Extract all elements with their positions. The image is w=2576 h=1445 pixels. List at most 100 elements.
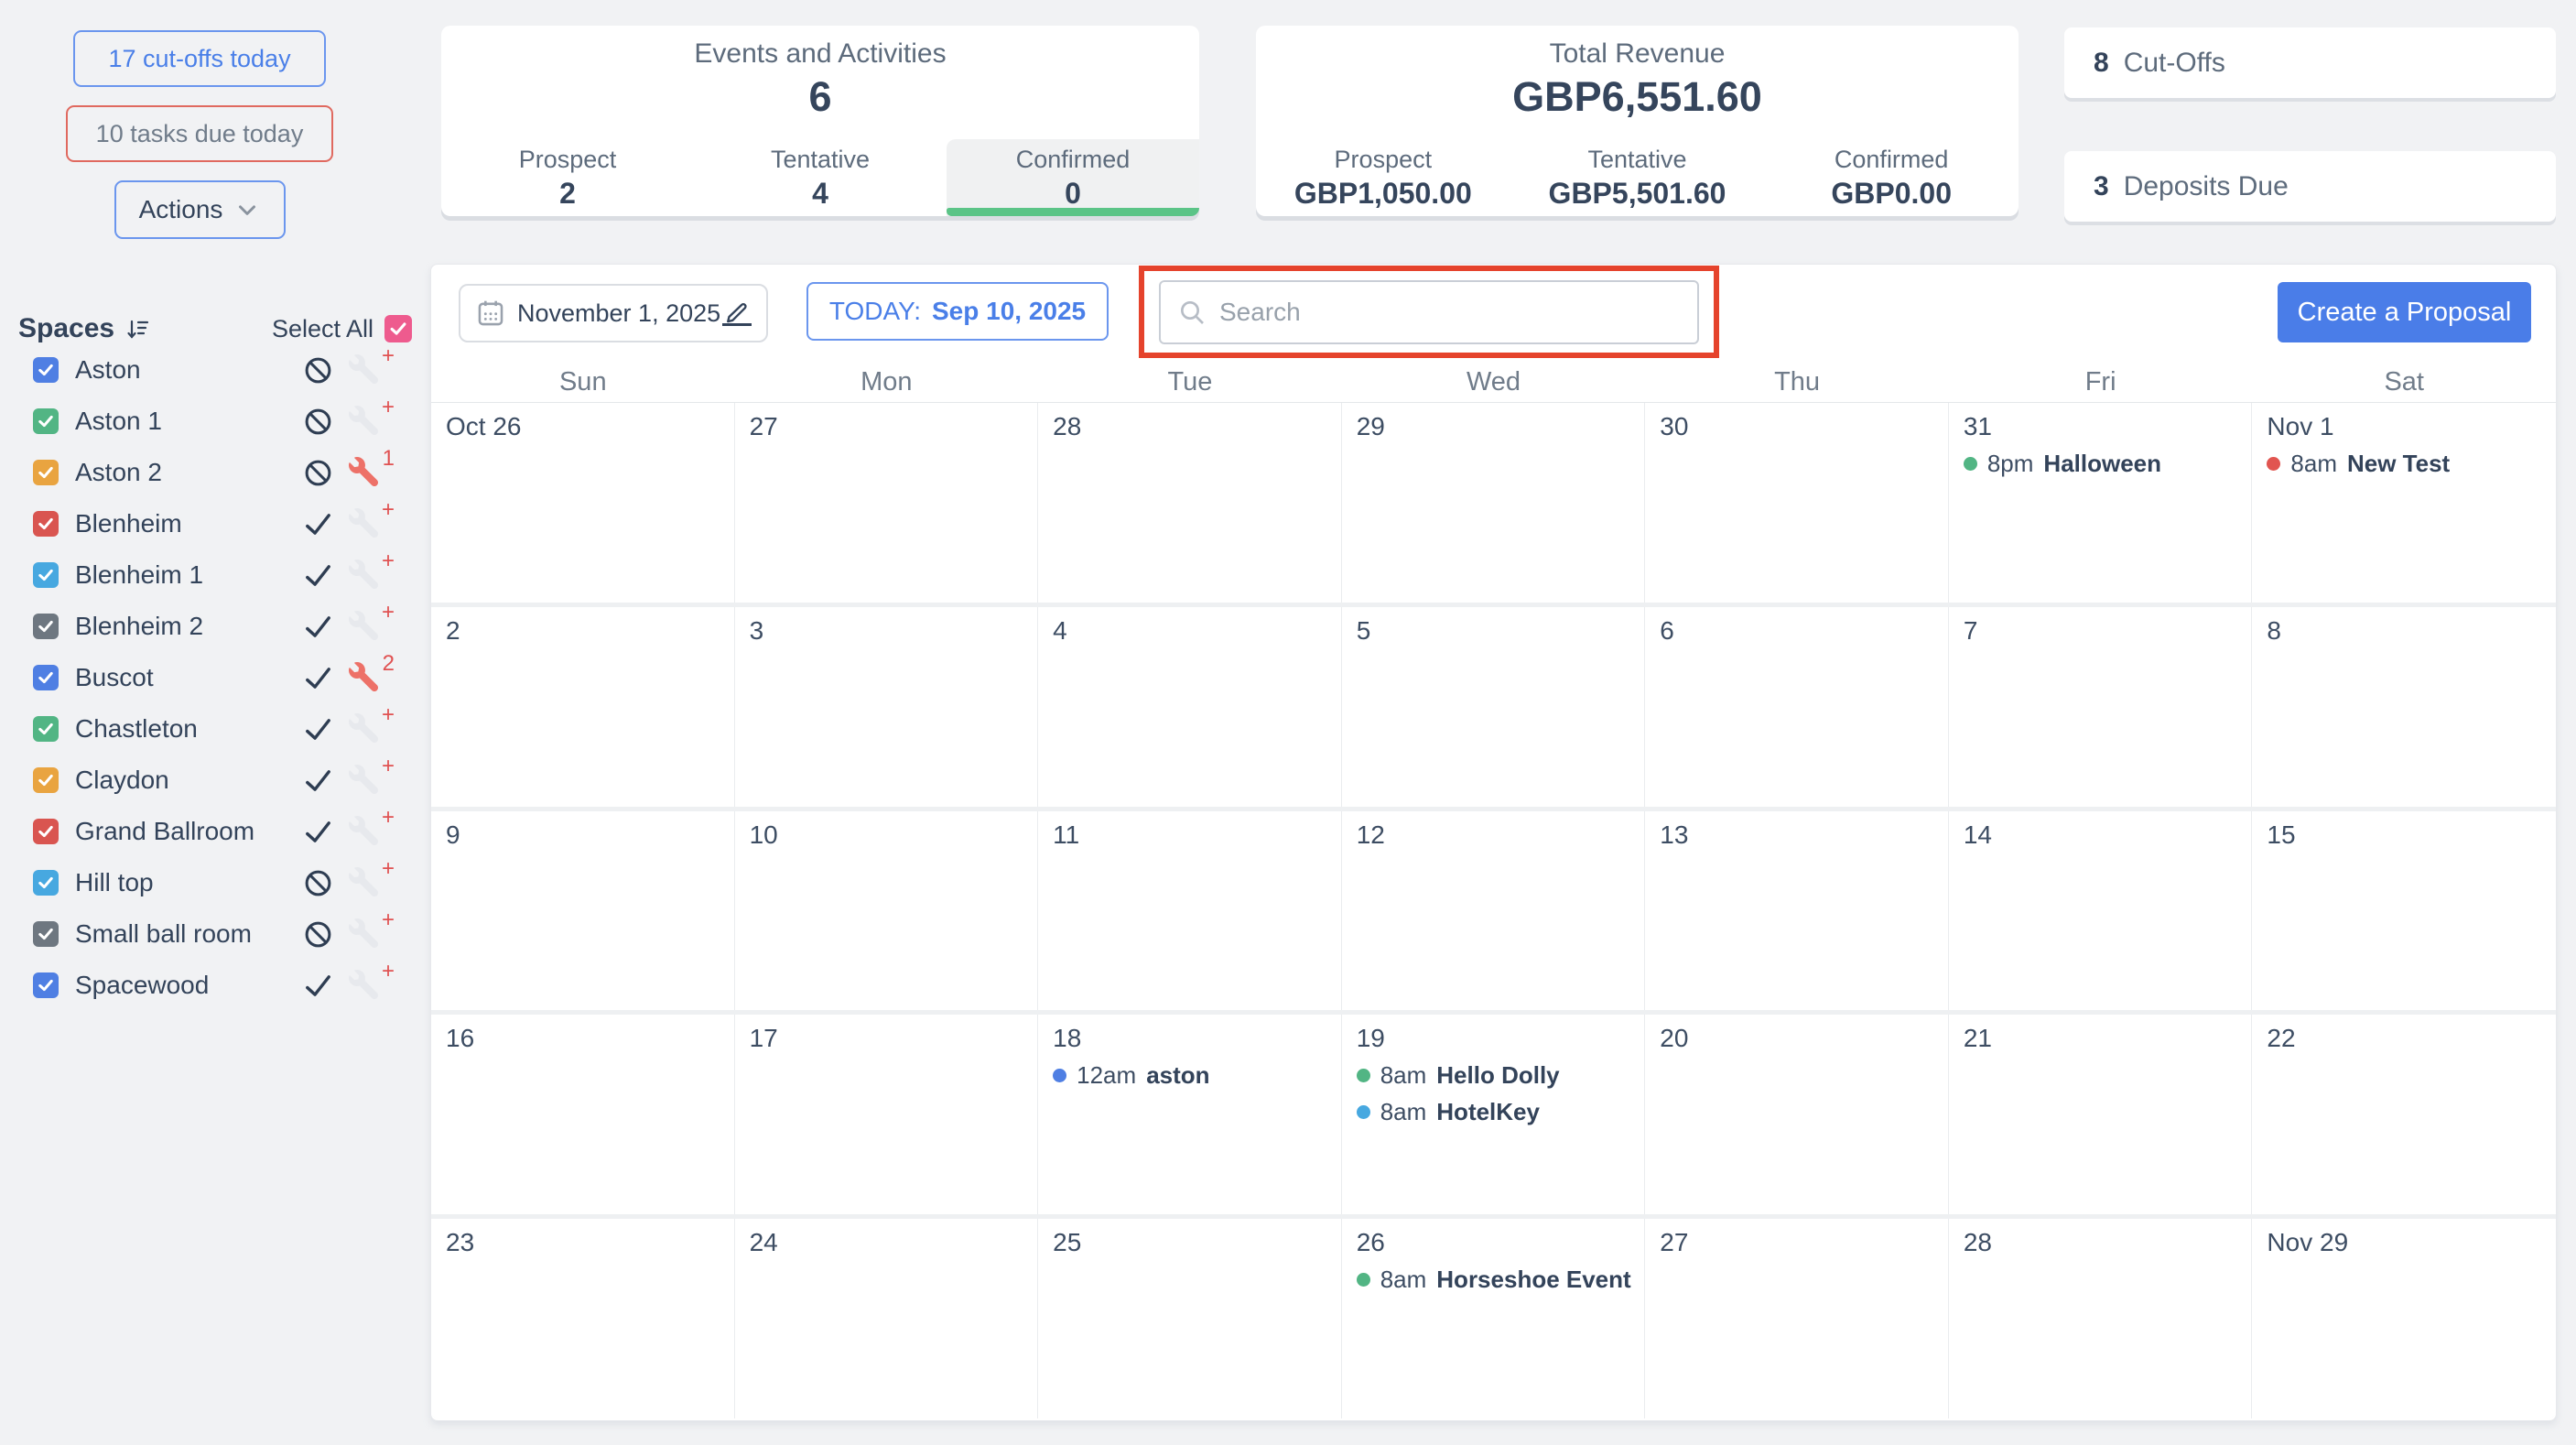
space-checkbox[interactable] (33, 870, 59, 896)
space-available-toggle[interactable] (302, 765, 333, 796)
calendar-day-cell[interactable]: 21 (1949, 1015, 2253, 1214)
space-available-toggle[interactable] (302, 508, 333, 539)
edit-date-icon[interactable] (722, 300, 752, 326)
calendar-event[interactable]: 12amaston (1053, 1061, 1332, 1090)
space-checkbox[interactable] (33, 972, 59, 998)
calendar-day-cell[interactable]: 24 (735, 1219, 1039, 1418)
space-blocked-toggle[interactable] (302, 867, 333, 898)
wrench-button[interactable]: + (349, 354, 380, 386)
space-checkbox[interactable] (33, 921, 59, 947)
calendar-day-cell[interactable]: 318pmHalloween (1949, 403, 2253, 603)
calendar-day-cell[interactable]: 27 (735, 403, 1039, 603)
breakdown-tab-confirmed[interactable]: Confirmed0 (947, 139, 1199, 216)
checkmark-icon (37, 617, 55, 636)
calendar-day-cell[interactable]: 6 (1645, 607, 1949, 807)
calendar-day-cell[interactable]: 12 (1342, 811, 1646, 1011)
side-card-deposits-due[interactable]: 3Deposits Due (2064, 151, 2556, 222)
breakdown-tab-prospect[interactable]: Prospect2 (441, 139, 694, 216)
calendar-event[interactable]: 8amHotelKey (1357, 1098, 1636, 1126)
space-blocked-toggle[interactable] (302, 354, 333, 386)
wrench-button[interactable]: + (349, 765, 380, 796)
wrench-button[interactable]: + (349, 970, 380, 1001)
wrench-button[interactable]: + (349, 918, 380, 950)
calendar-day-cell[interactable]: 27 (1645, 1219, 1949, 1418)
calendar-day-cell[interactable]: 15 (2252, 811, 2556, 1011)
select-all-checkbox[interactable] (384, 315, 412, 342)
space-blocked-toggle[interactable] (302, 457, 333, 488)
space-checkbox[interactable] (33, 562, 59, 588)
calendar-event[interactable]: 8amHorseshoe Event (1357, 1266, 1636, 1294)
calendar-day-cell[interactable]: 30 (1645, 403, 1949, 603)
search-input[interactable] (1219, 282, 1697, 342)
space-checkbox[interactable] (33, 819, 59, 844)
space-available-toggle[interactable] (302, 970, 333, 1001)
calendar-day-cell[interactable]: Oct 26 (431, 403, 735, 603)
breakdown-tab-tentative[interactable]: Tentative4 (694, 139, 947, 216)
wrench-button[interactable]: 2 (349, 662, 380, 693)
space-blocked-toggle[interactable] (302, 406, 333, 437)
space-available-toggle[interactable] (302, 816, 333, 847)
calendar-day-cell[interactable]: 5 (1342, 607, 1646, 807)
wrench-button[interactable]: + (349, 816, 380, 847)
today-button[interactable]: TODAY: Sep 10, 2025 (806, 282, 1109, 341)
calendar-day-cell[interactable]: 4 (1038, 607, 1342, 807)
calendar-day-cell[interactable]: 16 (431, 1015, 735, 1214)
calendar-day-cell[interactable]: 13 (1645, 811, 1949, 1011)
space-checkbox[interactable] (33, 665, 59, 690)
calendar-day-cell[interactable]: Nov 18amNew Test (2252, 403, 2556, 603)
wrench-button[interactable]: + (349, 611, 380, 642)
wrench-button[interactable]: 1 (349, 457, 380, 488)
side-card-cut-offs[interactable]: 8Cut-Offs (2064, 27, 2556, 98)
calendar-day-cell[interactable]: 25 (1038, 1219, 1342, 1418)
space-checkbox[interactable] (33, 408, 59, 434)
wrench-button[interactable]: + (349, 560, 380, 591)
search-icon (1177, 298, 1207, 327)
calendar-day-cell[interactable]: 9 (431, 811, 735, 1011)
calendar-day-cell[interactable]: 14 (1949, 811, 2253, 1011)
calendar-day-cell[interactable]: 198amHello Dolly8amHotelKey (1342, 1015, 1646, 1214)
calendar-day-cell[interactable]: 29 (1342, 403, 1646, 603)
calendar-day-cell[interactable]: 11 (1038, 811, 1342, 1011)
calendar-day-cell[interactable]: 2 (431, 607, 735, 807)
wrench-button[interactable]: + (349, 713, 380, 744)
calendar-day-cell[interactable]: 23 (431, 1219, 735, 1418)
calendar-day-cell[interactable]: Nov 29 (2252, 1219, 2556, 1418)
space-checkbox[interactable] (33, 357, 59, 383)
wrench-button[interactable]: + (349, 867, 380, 898)
space-available-toggle[interactable] (302, 713, 333, 744)
space-blocked-toggle[interactable] (302, 918, 333, 950)
sort-icon[interactable] (124, 315, 151, 342)
calendar-day-cell[interactable]: 17 (735, 1015, 1039, 1214)
wrench-button[interactable]: + (349, 508, 380, 539)
calendar-day-cell[interactable]: 22 (2252, 1015, 2556, 1214)
day-header-sun: Sun (431, 367, 735, 397)
calendar-event[interactable]: 8amNew Test (2267, 450, 2547, 478)
space-checkbox[interactable] (33, 716, 59, 742)
calendar-day-cell[interactable]: 28 (1949, 1219, 2253, 1418)
space-available-toggle[interactable] (302, 662, 333, 693)
cutoffs-today-button[interactable]: 17 cut-offs today (73, 30, 326, 87)
calendar-day-cell[interactable]: 20 (1645, 1015, 1949, 1214)
tasks-due-today-button[interactable]: 10 tasks due today (66, 105, 333, 162)
spaces-list: Aston+Aston 1+Aston 21Blenheim+Blenheim … (0, 344, 430, 1011)
calendar-event[interactable]: 8amHello Dolly (1357, 1061, 1636, 1090)
calendar-day-cell[interactable]: 10 (735, 811, 1039, 1011)
create-proposal-button[interactable]: Create a Proposal (2278, 282, 2531, 342)
calendar-event[interactable]: 8pmHalloween (1964, 450, 2243, 478)
cell-date-label: 14 (1964, 820, 2243, 850)
wrench-button[interactable]: + (349, 406, 380, 437)
space-checkbox[interactable] (33, 460, 59, 485)
space-available-toggle[interactable] (302, 560, 333, 591)
calendar-day-cell[interactable]: 7 (1949, 607, 2253, 807)
calendar-day-cell[interactable]: 3 (735, 607, 1039, 807)
calendar-day-cell[interactable]: 8 (2252, 607, 2556, 807)
calendar-day-cell[interactable]: 268amHorseshoe Event (1342, 1219, 1646, 1418)
space-available-toggle[interactable] (302, 611, 333, 642)
space-checkbox[interactable] (33, 511, 59, 537)
actions-dropdown-button[interactable]: Actions (114, 180, 286, 239)
calendar-day-cell[interactable]: 1812amaston (1038, 1015, 1342, 1214)
calendar-day-cell[interactable]: 28 (1038, 403, 1342, 603)
space-checkbox[interactable] (33, 767, 59, 793)
space-checkbox[interactable] (33, 614, 59, 639)
month-date-picker-button[interactable]: November 1, 2025 (459, 284, 768, 342)
